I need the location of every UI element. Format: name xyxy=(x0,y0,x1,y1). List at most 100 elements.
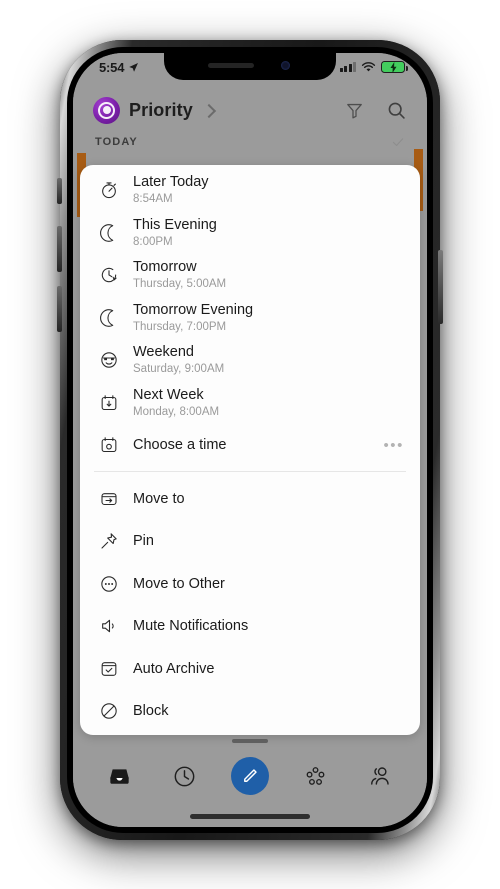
inbox-icon xyxy=(110,768,129,784)
calendar-clock-icon xyxy=(94,435,124,455)
action-item-pin[interactable]: Pin xyxy=(80,520,420,563)
compose-button[interactable] xyxy=(230,757,269,795)
action-item-move-to[interactable]: Move to xyxy=(80,478,420,521)
snooze-item-weekend[interactable]: Weekend Saturday, 9:00AM xyxy=(80,339,420,382)
section-label: TODAY xyxy=(95,136,138,148)
action-item-text: Block xyxy=(124,702,406,720)
action-item-title: Auto Archive xyxy=(133,660,215,677)
search-icon xyxy=(388,102,405,119)
compose-pencil-icon xyxy=(244,768,258,782)
home-indicator[interactable] xyxy=(190,814,310,819)
snooze-action-sheet: Later Today 8:54AM This Evening 8:00PM T… xyxy=(80,165,420,735)
snooze-item-subtitle: 8:00PM xyxy=(133,235,173,248)
app-header: Priority xyxy=(73,89,427,131)
action-item-text: Auto Archive xyxy=(124,660,406,678)
phone-screen: 5:54 Priority TODAY Later Today 8:54AM T… xyxy=(73,53,427,827)
archive-check-icon xyxy=(94,659,124,679)
tab-snoozed[interactable] xyxy=(162,753,208,799)
clock-icon xyxy=(174,766,195,786)
snooze-options-group: Later Today 8:54AM This Evening 8:00PM T… xyxy=(80,165,420,469)
snooze-item-text: Tomorrow Evening Thursday, 7:00PM xyxy=(124,301,406,335)
tab-compose[interactable] xyxy=(227,753,273,799)
action-item-title: Move to Other xyxy=(133,575,225,592)
wifi-icon xyxy=(361,62,376,72)
cellular-bars-icon xyxy=(339,62,356,72)
choose-time-text: Choose a time xyxy=(124,436,383,454)
volume-up-button[interactable] xyxy=(57,226,62,272)
snooze-item-this-evening[interactable]: This Evening 8:00PM xyxy=(80,212,420,255)
sheet-divider xyxy=(94,470,406,472)
snooze-item-title: Tomorrow xyxy=(133,259,197,276)
action-item-title: Move to xyxy=(133,490,185,507)
sheet-grabber[interactable] xyxy=(232,739,268,743)
snooze-item-tomorrow[interactable]: Tomorrow Thursday, 5:00AM xyxy=(80,254,420,297)
header-actions xyxy=(345,100,407,121)
battery-charging-icon xyxy=(381,61,408,73)
snooze-item-subtitle: Saturday, 9:00AM xyxy=(133,363,225,376)
action-item-text: Move to xyxy=(124,490,406,508)
moon-icon xyxy=(94,223,124,243)
filter-icon xyxy=(347,103,362,118)
search-button[interactable] xyxy=(386,100,407,121)
silent-switch[interactable] xyxy=(57,178,62,204)
ellipsis-icon[interactable]: ••• xyxy=(383,437,406,454)
action-item-title: Block xyxy=(133,703,169,720)
account-switcher[interactable]: Priority xyxy=(93,96,345,124)
checkmark-icon[interactable] xyxy=(391,135,405,149)
chevron-right-icon xyxy=(201,103,216,118)
status-indicators xyxy=(339,61,408,73)
power-button[interactable] xyxy=(438,250,443,324)
snooze-item-subtitle: 8:54AM xyxy=(133,193,173,206)
tab-inbox[interactable] xyxy=(97,753,143,799)
snooze-item-subtitle: Thursday, 5:00AM xyxy=(133,278,227,291)
action-item-title: Pin xyxy=(133,533,154,550)
snooze-item-title: Next Week xyxy=(133,386,204,403)
snooze-item-later-today[interactable]: Later Today 8:54AM xyxy=(80,169,420,212)
snooze-item-title: Tomorrow Evening xyxy=(133,301,254,318)
snooze-item-title: Later Today xyxy=(133,174,209,191)
choose-time-title: Choose a time xyxy=(133,437,227,454)
people-icon xyxy=(371,767,390,785)
snooze-item-title: Weekend xyxy=(133,344,194,361)
action-item-move-to-other[interactable]: Move to Other xyxy=(80,563,420,606)
snooze-item-subtitle: Monday, 8:00AM xyxy=(133,405,220,418)
tab-people[interactable] xyxy=(357,753,403,799)
sunglasses-face-icon xyxy=(94,350,124,370)
page-title: Priority xyxy=(129,99,193,120)
action-item-block[interactable]: Block xyxy=(80,690,420,733)
notch xyxy=(164,53,336,80)
earpiece-speaker xyxy=(208,63,254,68)
action-item-text: Move to Other xyxy=(124,575,406,593)
status-time-group: 5:54 xyxy=(99,60,139,75)
clock-arrow-icon xyxy=(94,265,124,285)
block-icon xyxy=(94,701,124,721)
location-arrow-icon xyxy=(129,63,139,72)
snooze-item-text: Next Week Monday, 8:00AM xyxy=(124,386,406,420)
groups-icon xyxy=(306,766,325,785)
pin-icon xyxy=(94,531,124,551)
action-item-auto-archive[interactable]: Auto Archive xyxy=(80,648,420,691)
calendar-down-icon xyxy=(94,393,124,413)
front-camera xyxy=(281,61,290,70)
snooze-item-text: Later Today 8:54AM xyxy=(124,173,406,207)
sheet-actions-group: Move to Pin Move to Other Mute Notificat… xyxy=(80,474,420,735)
action-item-text: Mute Notifications xyxy=(124,617,406,635)
volume-down-button[interactable] xyxy=(57,286,62,332)
tab-groups[interactable] xyxy=(292,753,338,799)
circle-dots-icon xyxy=(94,574,124,594)
action-item-mute-notifications[interactable]: Mute Notifications xyxy=(80,605,420,648)
action-item-text: Pin xyxy=(124,532,406,550)
move-to-icon xyxy=(94,489,124,509)
snooze-item-text: Tomorrow Thursday, 5:00AM xyxy=(124,258,406,292)
snooze-item-next-week[interactable]: Next Week Monday, 8:00AM xyxy=(80,382,420,425)
snooze-item-choose-a-time[interactable]: Choose a time ••• xyxy=(80,424,420,467)
snooze-item-text: This Evening 8:00PM xyxy=(124,216,406,250)
snooze-item-tomorrow-evening[interactable]: Tomorrow Evening Thursday, 7:00PM xyxy=(80,297,420,340)
status-time: 5:54 xyxy=(99,60,125,75)
moon-icon xyxy=(94,308,124,328)
action-item-title: Mute Notifications xyxy=(133,618,249,635)
section-header-today: TODAY xyxy=(73,131,427,153)
screenshot-root: 5:54 Priority TODAY Later Today 8:54AM T… xyxy=(0,0,500,889)
stopwatch-icon xyxy=(94,180,124,200)
filter-button[interactable] xyxy=(345,101,364,120)
